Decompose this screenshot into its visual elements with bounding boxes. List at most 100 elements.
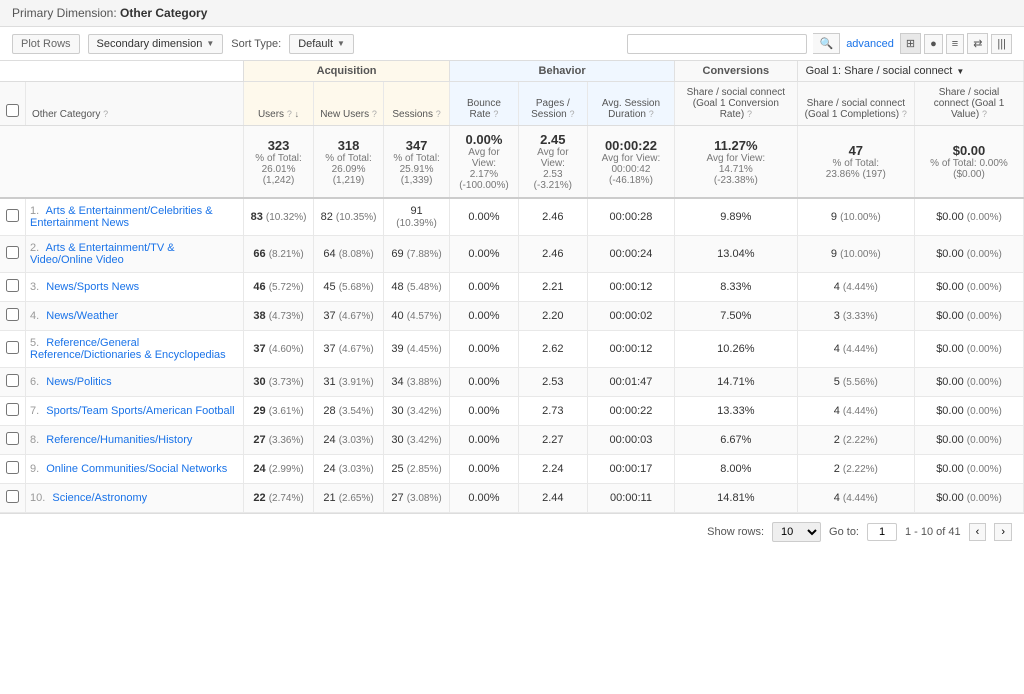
row-checkbox[interactable] — [6, 341, 19, 354]
row-sessions: 30 (3.42%) — [384, 426, 450, 455]
show-rows-label: Show rows: — [707, 526, 764, 538]
new-users-pct: (4.67%) — [339, 311, 374, 322]
search-input[interactable] — [627, 34, 807, 54]
category-link[interactable]: Sports/Team Sports/American Football — [46, 405, 234, 417]
row-checkbox[interactable] — [6, 209, 19, 222]
completions-pct: (4.44%) — [843, 493, 878, 504]
toolbar: Plot Rows Secondary dimension Sort Type:… — [0, 27, 1024, 61]
data-table-container: Acquisition Behavior Conversions Goal 1:… — [0, 61, 1024, 513]
completions-pct: (10.00%) — [840, 249, 881, 260]
category-link[interactable]: Science/Astronomy — [52, 492, 147, 504]
summary-users-sub1: % of Total: 26.01% (1,242) — [250, 153, 307, 186]
completions-help-icon[interactable]: ? — [902, 109, 907, 119]
search-button[interactable]: 🔍 — [813, 33, 840, 54]
row-sessions: 30 (3.42%) — [384, 397, 450, 426]
value-pct: (0.00%) — [967, 344, 1002, 355]
category-link[interactable]: Arts & Entertainment/TV & Video/Online V… — [30, 242, 175, 266]
row-checkbox[interactable] — [6, 374, 19, 387]
row-pages-session: 2.27 — [518, 426, 587, 455]
category-link[interactable]: News/Sports News — [46, 281, 139, 293]
goal-dropdown[interactable]: Goal 1: Share / social connect — [806, 65, 965, 77]
users-pct: (2.74%) — [269, 493, 304, 504]
summary-avg-session: 00:00:22 Avg for View: 00:00:42 (-46.18%… — [587, 126, 674, 199]
prev-page-button[interactable]: ‹ — [969, 523, 987, 541]
new-users-pct: (3.03%) — [339, 464, 374, 475]
row-number: 9. — [30, 463, 39, 475]
value-pct: (0.00%) — [967, 282, 1002, 293]
bounce-rate-help-icon[interactable]: ? — [493, 109, 498, 119]
select-all-checkbox[interactable] — [6, 104, 19, 117]
category-link[interactable]: News/Politics — [46, 376, 111, 388]
row-checkbox[interactable] — [6, 461, 19, 474]
users-help-icon[interactable]: ? — [287, 109, 292, 119]
row-pages-session: 2.46 — [518, 198, 587, 236]
summary-avg-sess-sub: Avg for View: 00:00:42 (-46.18%) — [594, 153, 668, 186]
toolbar-left: Plot Rows Secondary dimension Sort Type:… — [12, 34, 619, 54]
row-sessions: 69 (7.88%) — [384, 236, 450, 273]
row-checkbox[interactable] — [6, 308, 19, 321]
row-number: 10. — [30, 492, 45, 504]
next-page-button[interactable]: › — [994, 523, 1012, 541]
summary-new-users: 318 % of Total: 26.09% (1,219) — [314, 126, 384, 199]
avg-session-help-icon[interactable]: ? — [649, 109, 654, 119]
secondary-dimension-dropdown[interactable]: Secondary dimension — [88, 34, 224, 54]
view-pie-button[interactable]: ● — [924, 34, 943, 54]
row-num-category: 7. Sports/Team Sports/American Football — [26, 397, 244, 426]
summary-users: 323 % of Total: 26.01% (1,242) — [244, 126, 314, 199]
row-checkbox[interactable] — [6, 403, 19, 416]
completions-pct: (4.44%) — [843, 282, 878, 293]
row-num-category: 10. Science/Astronomy — [26, 484, 244, 513]
category-link[interactable]: Online Communities/Social Networks — [46, 463, 227, 475]
row-bounce-rate: 0.00% — [450, 331, 519, 368]
row-value: $0.00 (0.00%) — [914, 198, 1023, 236]
row-checkbox[interactable] — [6, 432, 19, 445]
plot-rows-button[interactable]: Plot Rows — [12, 34, 80, 54]
conv-rate-help-icon[interactable]: ? — [747, 109, 752, 119]
category-link[interactable]: Arts & Entertainment/Celebrities & Enter… — [30, 205, 213, 229]
row-checkbox[interactable] — [6, 246, 19, 259]
table-row: 7. Sports/Team Sports/American Football … — [0, 397, 1024, 426]
summary-users-main: 323 — [250, 138, 307, 153]
category-link[interactable]: Reference/General Reference/Dictionaries… — [30, 337, 226, 361]
view-list-button[interactable]: ≡ — [946, 34, 964, 54]
users-value: 27 — [253, 434, 265, 446]
new-users-pct: (3.54%) — [339, 406, 374, 417]
row-pages-session: 2.21 — [518, 273, 587, 302]
view-grid-button[interactable]: ⊞ — [900, 33, 921, 54]
view-bar-button[interactable]: ||| — [991, 34, 1012, 54]
category-link[interactable]: Reference/Humanities/History — [46, 434, 192, 446]
row-num-category: 1. Arts & Entertainment/Celebrities & En… — [26, 198, 244, 236]
row-conv-rate: 8.00% — [675, 455, 798, 484]
row-users: 27 (3.36%) — [244, 426, 314, 455]
row-value: $0.00 (0.00%) — [914, 426, 1023, 455]
pages-session-help-icon[interactable]: ? — [570, 109, 575, 119]
row-bounce-rate: 0.00% — [450, 484, 519, 513]
row-avg-session: 00:00:17 — [587, 455, 674, 484]
row-bounce-rate: 0.00% — [450, 368, 519, 397]
primary-dimension-bar: Primary Dimension: Other Category — [0, 0, 1024, 27]
row-new-users: 31 (3.91%) — [314, 368, 384, 397]
sort-default-dropdown[interactable]: Default — [289, 34, 354, 54]
go-to-label: Go to: — [829, 526, 859, 538]
completions-pct: (5.56%) — [843, 377, 878, 388]
users-value: 22 — [253, 492, 265, 504]
new-users-col-header: New Users ? — [314, 82, 384, 126]
sessions-pct: (3.42%) — [407, 435, 442, 446]
category-link[interactable]: News/Weather — [46, 310, 118, 322]
value-help-icon[interactable]: ? — [982, 109, 987, 119]
category-help-icon[interactable]: ? — [103, 109, 108, 119]
goal-header: Goal 1: Share / social connect — [797, 61, 1023, 82]
row-checkbox[interactable] — [6, 279, 19, 292]
sessions-help-icon[interactable]: ? — [436, 109, 441, 119]
row-checkbox[interactable] — [6, 490, 19, 503]
advanced-link[interactable]: advanced — [846, 38, 894, 50]
sessions-pct: (4.45%) — [407, 344, 442, 355]
go-to-input[interactable] — [867, 523, 897, 541]
users-sort-icon[interactable]: ↓ — [295, 109, 300, 119]
new-users-pct: (3.91%) — [339, 377, 374, 388]
new-users-pct: (8.08%) — [339, 249, 374, 260]
view-compare-button[interactable]: ⇄ — [967, 33, 988, 54]
new-users-help-icon[interactable]: ? — [372, 109, 377, 119]
table-row: 5. Reference/General Reference/Dictionar… — [0, 331, 1024, 368]
show-rows-select[interactable]: 10 25 50 100 — [772, 522, 821, 542]
